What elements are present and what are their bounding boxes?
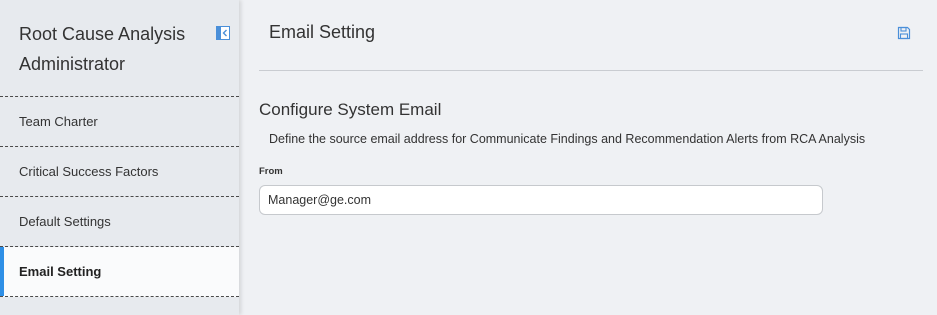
chevron-left-icon [222, 29, 227, 37]
sidebar-title: Root Cause Analysis Administrator [19, 24, 186, 74]
sidebar-item-label: Team Charter [19, 114, 98, 129]
save-icon[interactable] [897, 26, 911, 40]
sidebar-item-email-setting[interactable]: Email Setting [0, 247, 239, 297]
main-content: Email Setting Configure System Email Def… [239, 0, 937, 315]
sidebar-item-team-charter[interactable]: Team Charter [0, 97, 239, 147]
sidebar-item-label: Default Settings [19, 214, 111, 229]
collapse-sidebar-button[interactable] [216, 26, 230, 40]
sidebar-item-default-settings[interactable]: Default Settings [0, 197, 239, 247]
page-title: Email Setting [269, 22, 376, 42]
sidebar-header: Root Cause Analysis Administrator [0, 0, 239, 97]
sidebar-item-critical-success-factors[interactable]: Critical Success Factors [0, 147, 239, 197]
section-description: Define the source email address for Comm… [269, 132, 866, 146]
sidebar-item-label: Email Setting [19, 264, 102, 279]
sidebar: Root Cause Analysis Administrator Team C… [0, 0, 239, 315]
from-email-input[interactable] [259, 185, 823, 215]
from-field-label: From [259, 166, 283, 177]
header-divider [259, 70, 923, 71]
sidebar-item-label: Critical Success Factors [19, 164, 159, 179]
section-title: Configure System Email [259, 100, 442, 119]
